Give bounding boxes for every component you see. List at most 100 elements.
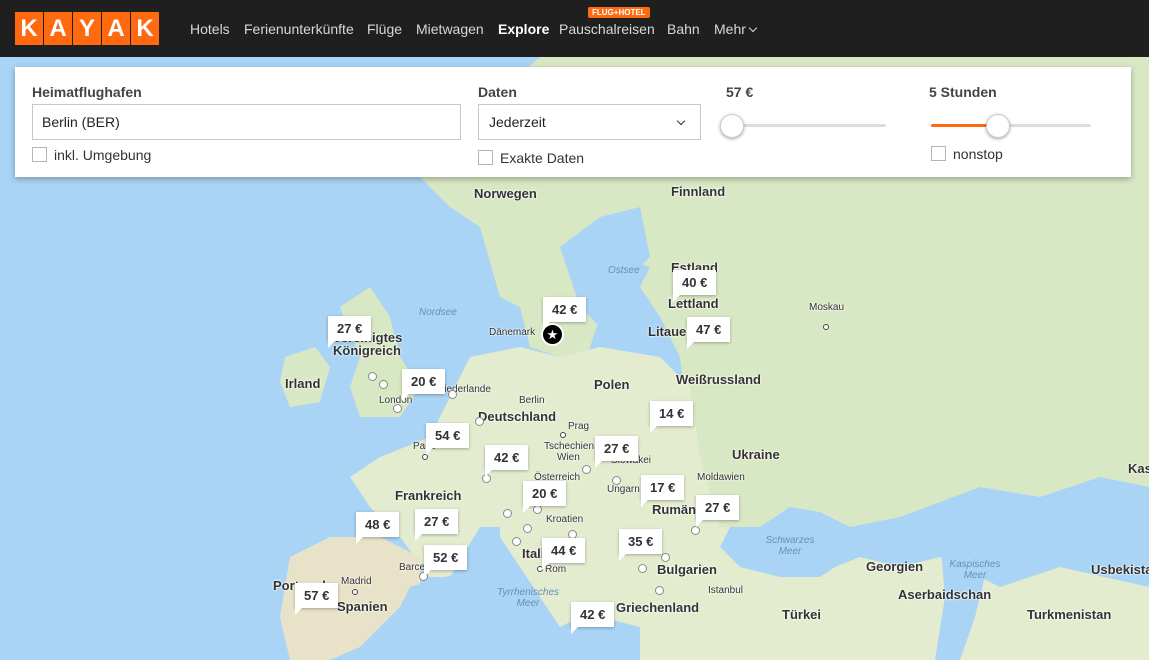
nav-ferienunterkuenfte[interactable]: Ferienunterkünfte	[244, 21, 354, 37]
price-marker[interactable]: 48 €	[356, 512, 400, 544]
price-marker[interactable]: 42 €	[485, 445, 529, 477]
dates-label: Daten	[478, 84, 517, 100]
price-filter-label: 57 €	[726, 84, 754, 100]
destination-dot[interactable]	[582, 465, 591, 474]
destination-dot[interactable]	[533, 505, 542, 514]
chevron-down-icon	[676, 116, 686, 126]
origin-input[interactable]	[32, 104, 461, 140]
map-label-sea: Tyrrhenisches Meer	[496, 587, 560, 609]
map-label-country: Ungarn	[607, 484, 640, 495]
nav-mietwagen[interactable]: Mietwagen	[416, 21, 484, 37]
destination-dot[interactable]	[368, 372, 377, 381]
nav-bahn[interactable]: Bahn	[667, 21, 700, 37]
price-marker[interactable]: 27 €	[696, 495, 740, 527]
destination-dot[interactable]	[475, 417, 484, 426]
price-marker[interactable]: 27 €	[595, 436, 639, 468]
flug-hotel-badge: FLUG+HOTEL	[588, 7, 650, 18]
map-label-country: Kroatien	[546, 514, 584, 525]
price-marker[interactable]: 42 €	[543, 297, 587, 329]
map-label-country: Dänemark	[489, 327, 536, 338]
logo-letter: K	[131, 12, 159, 45]
destination-dot[interactable]	[661, 553, 670, 562]
nav-pauschalreisen[interactable]: Pauschalreisen	[559, 21, 655, 37]
map-label-country: Usbekistan	[1091, 562, 1149, 577]
city-marker	[823, 324, 829, 330]
destination-dot[interactable]	[612, 476, 621, 485]
price-marker[interactable]: 20 €	[402, 369, 446, 401]
destination-dot[interactable]	[523, 524, 532, 533]
price-marker[interactable]: 27 €	[328, 316, 372, 348]
duration-slider-handle[interactable]	[986, 114, 1010, 138]
destination-dot[interactable]	[503, 509, 512, 518]
price-marker[interactable]: 20 €	[523, 481, 567, 513]
map-label-country: Moldawien	[697, 472, 745, 483]
map-label-city: Berlin	[519, 395, 545, 406]
price-marker[interactable]: 27 €	[415, 509, 459, 541]
price-marker[interactable]: 44 €	[542, 538, 586, 570]
destination-dot[interactable]	[655, 586, 664, 595]
map-label-city: Prag	[568, 421, 590, 432]
map-label-country: Tschechien	[544, 441, 595, 452]
nav-mehr[interactable]: Mehr	[714, 21, 758, 37]
price-marker[interactable]: 57 €	[295, 583, 339, 615]
dates-select[interactable]: Jederzeit	[478, 104, 701, 140]
map-label-country: Spanien	[337, 599, 388, 614]
nav-hotels[interactable]: Hotels	[190, 21, 230, 37]
nearby-label: inkl. Umgebung	[54, 147, 152, 163]
logo-letter: A	[102, 12, 130, 45]
price-marker[interactable]: 42 €	[571, 602, 615, 634]
map-label-country: Irland	[285, 376, 321, 391]
map-label-country: Kasachstan	[1128, 461, 1149, 476]
destination-dot[interactable]	[512, 537, 521, 546]
price-marker[interactable]: 40 €	[673, 270, 717, 302]
price-marker[interactable]: 35 €	[619, 529, 663, 561]
duration-filter-label: 5 Stunden	[929, 84, 997, 100]
nonstop-checkbox[interactable]	[931, 146, 946, 161]
city-marker	[352, 589, 358, 595]
dates-select-value: Jederzeit	[489, 114, 546, 130]
nearby-checkbox[interactable]	[32, 147, 47, 162]
price-marker[interactable]: 14 €	[650, 401, 694, 433]
map-label-country: Turkmenistan	[1027, 607, 1112, 622]
map-label-country: Ukraine	[732, 447, 780, 462]
destination-dot[interactable]	[379, 380, 388, 389]
price-slider-track[interactable]	[726, 124, 886, 127]
map-label-city: Istanbul	[708, 585, 744, 596]
map-label-country: Deutschland	[478, 409, 557, 424]
logo-letter: K	[15, 12, 43, 45]
map-label-sea: Schwarzes Meer	[765, 535, 815, 557]
nav-mehr-label: Mehr	[714, 21, 746, 37]
map-label-country: Aserbaidschan	[898, 587, 992, 602]
map-label-city: Moskau	[809, 302, 845, 313]
kayak-logo[interactable]: K A Y A K	[15, 12, 159, 45]
exact-dates-checkbox[interactable]	[478, 150, 493, 165]
map-label-country: Türkei	[782, 607, 822, 622]
origin-label: Heimatflughafen	[32, 84, 142, 100]
home-airport-star-icon[interactable]: ★	[541, 323, 564, 346]
city-marker	[560, 432, 566, 438]
price-marker[interactable]: 52 €	[424, 545, 468, 577]
price-marker[interactable]: 54 €	[426, 423, 470, 455]
map-label-city: Wien	[557, 452, 580, 463]
nav-explore[interactable]: Explore	[498, 21, 549, 37]
map-label-country: Frankreich	[395, 488, 462, 503]
destination-dot[interactable]	[448, 390, 457, 399]
map-label-country: Griechenland	[616, 600, 700, 615]
nonstop-label: nonstop	[953, 146, 1003, 162]
map-label-city: Madrid	[341, 576, 372, 587]
logo-letter: Y	[73, 12, 101, 45]
nav-fluege[interactable]: Flüge	[367, 21, 402, 37]
destination-dot[interactable]	[393, 404, 402, 413]
destination-dot[interactable]	[691, 526, 700, 535]
price-marker[interactable]: 17 €	[641, 475, 685, 507]
explore-filter-panel: Heimatflughafen inkl. Umgebung Daten Jed…	[15, 67, 1131, 177]
map-label-sea: Ostsee	[608, 265, 640, 276]
chevron-down-icon	[748, 23, 758, 33]
destination-dot[interactable]	[638, 564, 647, 573]
top-nav: K A Y A K Hotels Ferienunterkünfte Flüge…	[0, 0, 1149, 57]
price-slider-handle[interactable]	[720, 114, 744, 138]
exact-dates-label: Exakte Daten	[500, 150, 585, 166]
map-label-sea: Nordsee	[419, 307, 457, 318]
map-label-country: Bulgarien	[657, 562, 717, 577]
price-marker[interactable]: 47 €	[687, 317, 731, 349]
